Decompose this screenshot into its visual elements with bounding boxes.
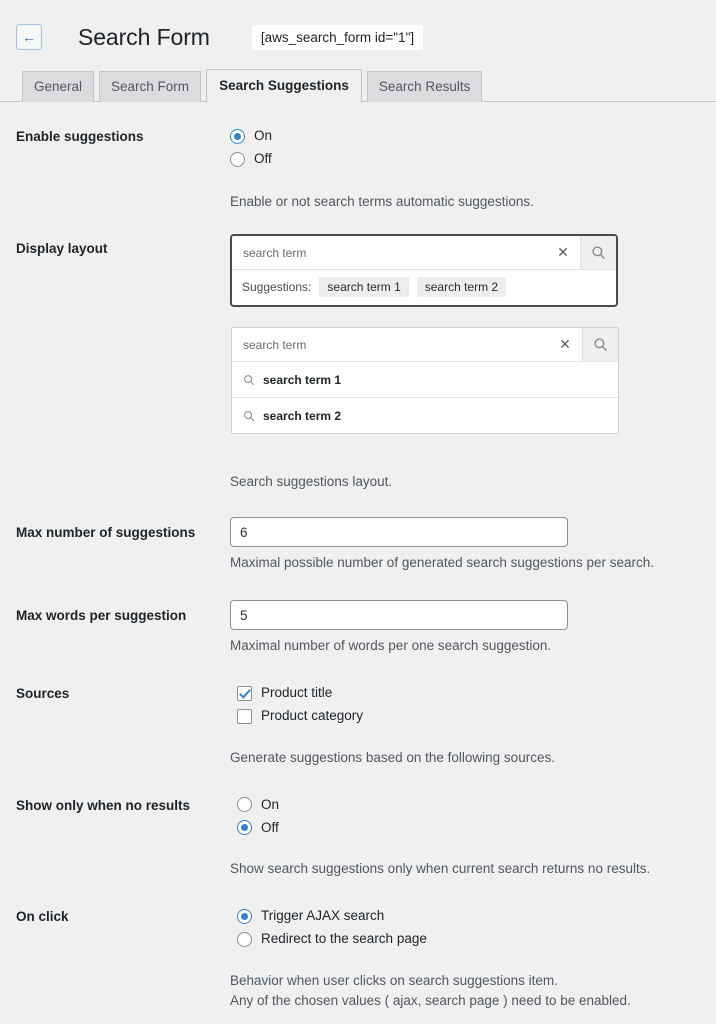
settings-page: ← Search Form [aws_search_form id="1"] G… [0,0,716,1024]
preview-suggestion-item[interactable]: search term 2 [232,397,618,433]
radio-enable-suggestions-on[interactable]: On [230,126,700,146]
preview-suggestion-tag[interactable]: search term 1 [319,277,409,298]
max-words-input[interactable] [230,600,568,631]
preview-search-row: search term ✕ [232,236,616,270]
field-on-click: On click Trigger AJAX search Redirect to… [16,906,700,1012]
preview-search-input[interactable]: search term [232,328,548,361]
close-icon[interactable]: ✕ [546,236,580,270]
radio-indicator[interactable] [237,820,252,836]
radio-enable-suggestions-off[interactable]: Off [230,149,700,169]
field-sources: Sources Product title Product category G… [16,683,700,768]
layout-option-inline-tags[interactable]: search term ✕ Suggestions: search term 1… [230,234,618,308]
option-label: On [254,128,273,143]
field-description-line1: Behavior when user clicks on search sugg… [230,972,558,988]
radio-indicator[interactable] [230,151,245,167]
field-max-number-of-suggestions: Max number of suggestions Maximal possib… [16,517,700,574]
checkbox-indicator[interactable] [237,685,252,701]
field-label: On click [16,909,69,925]
option-label: Trigger AJAX search [261,908,385,924]
arrow-left-icon: ← [22,29,36,45]
field-label: Show only when no results [16,797,191,813]
settings-form: Enable suggestions On Off Enable or not … [0,126,716,1012]
radio-indicator[interactable] [230,128,245,144]
field-enable-suggestions: Enable suggestions On Off Enable or not … [16,126,700,212]
field-display-layout: Display layout search term ✕ Suggestions… [16,234,700,493]
radio-on-click-ajax[interactable]: Trigger AJAX search [237,906,700,926]
settings-tabs: General Search Form Search Suggestions S… [0,69,716,103]
option-label: Off [261,819,279,835]
field-label: Max number of suggestions [16,525,196,541]
field-description-line2: Any of the chosen values ( ajax, search … [230,993,631,1009]
option-label: Redirect to the search page [261,931,427,947]
preview-suggestions-label: Suggestions: [242,280,312,295]
layout-option-dropdown-list[interactable]: search term ✕ search term 1 search term … [231,327,619,435]
field-description: Maximal number of words per one search s… [230,638,552,654]
magnifier-icon[interactable] [582,328,618,362]
field-description: Maximal possible number of generated sea… [230,555,654,571]
tab-search-results[interactable]: Search Results [366,71,483,102]
magnifier-icon[interactable] [580,236,616,270]
max-suggestions-input[interactable] [230,517,568,548]
option-label: Off [254,151,272,167]
option-label: Product category [261,708,364,724]
checkbox-product-title[interactable]: Product title [237,683,700,703]
preview-search-row: search term ✕ [232,328,618,362]
checkbox-product-category[interactable]: Product category [237,706,700,726]
page-header: ← Search Form [aws_search_form id="1"] [0,0,716,56]
field-description: Show search suggestions only when curren… [230,861,651,877]
radio-indicator[interactable] [237,797,252,813]
magnifier-icon [244,411,255,422]
field-description: Enable or not search terms automatic sug… [230,193,534,209]
preview-suggestion-text: search term 1 [263,372,342,387]
radio-show-only-no-results-on[interactable]: On [237,795,700,815]
field-description: Search suggestions layout. [230,474,393,490]
preview-suggestion-item[interactable]: search term 1 [232,361,618,397]
back-button[interactable]: ← [16,24,42,50]
radio-show-only-no-results-off[interactable]: Off [237,818,700,838]
field-max-words-per-suggestion: Max words per suggestion Maximal number … [16,600,700,657]
option-label: Product title [261,685,333,701]
field-show-only-when-no-results: Show only when no results On Off Show se… [16,795,700,880]
field-label: Enable suggestions [16,129,144,144]
field-label: Max words per suggestion [16,608,187,624]
preview-search-input[interactable]: search term [232,236,546,269]
magnifier-icon [244,375,255,386]
field-label: Sources [16,686,70,702]
radio-indicator[interactable] [237,908,252,924]
option-label: On [261,796,280,812]
tab-search-suggestions[interactable]: Search Suggestions [206,69,362,103]
shortcode-badge[interactable]: [aws_search_form id="1"] [251,24,424,50]
checkbox-indicator[interactable] [237,709,252,725]
radio-indicator[interactable] [237,931,252,947]
page-title: Search Form [78,23,210,50]
radio-on-click-redirect[interactable]: Redirect to the search page [237,929,700,949]
preview-suggestion-tag[interactable]: search term 2 [416,277,507,298]
tab-general[interactable]: General [22,71,95,102]
preview-suggestion-text: search term 2 [263,408,342,423]
close-icon[interactable]: ✕ [548,328,582,362]
tab-search-form[interactable]: Search Form [99,71,202,102]
field-description: Generate suggestions based on the follow… [230,749,555,765]
preview-suggestions-row: Suggestions: search term 1 search term 2 [232,269,616,305]
field-label: Display layout [16,241,108,257]
